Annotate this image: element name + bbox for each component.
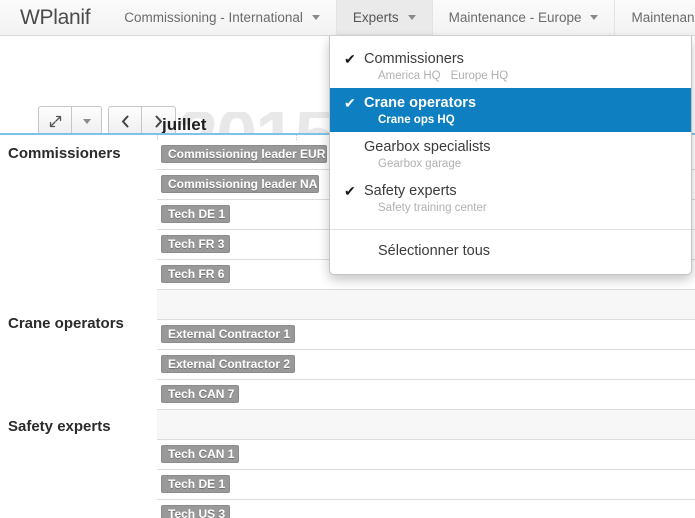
- dropdown-item-label: Commissioners: [364, 51, 464, 67]
- task-bar[interactable]: External Contractor 1: [161, 325, 295, 343]
- nav-tab-label: Experts: [353, 10, 399, 25]
- previous-period-button[interactable]: [108, 106, 142, 136]
- dropdown-sublabel: Europe HQ: [451, 70, 509, 82]
- task-bar[interactable]: Tech FR 3: [161, 235, 230, 253]
- dropdown-menu-item[interactable]: ✔Safety experts Safety training center: [330, 176, 691, 220]
- task-bar[interactable]: Tech CAN 1: [161, 445, 239, 463]
- dropdown-item-list: ✔CommissionersAmerica HQEurope HQ✔Crane …: [330, 44, 691, 220]
- chevron-left-icon: [121, 115, 130, 128]
- dropdown-sublabel: America HQ: [378, 70, 441, 82]
- task-bar[interactable]: Tech CAN 7: [161, 385, 239, 403]
- task-bar[interactable]: Commissioning leader EUR: [161, 145, 327, 163]
- dropdown-item-label: Crane operators: [364, 95, 476, 111]
- dropdown-menu-item[interactable]: ✔Commissioners America HQ Europe HQ: [330, 44, 691, 88]
- select-all-menu-item[interactable]: Sélectionner tous: [330, 230, 691, 274]
- resize-diagonal-icon: [49, 115, 62, 128]
- task-bar[interactable]: Tech DE 1: [161, 205, 230, 223]
- dropdown-item-sublabels: Gearbox garage: [330, 155, 691, 170]
- dropdown-item-label: Gearbox specialists: [364, 139, 491, 155]
- group-label-commissioners: Commissioners: [8, 145, 121, 162]
- app-window: WPlanif Commissioning - International Ex…: [0, 0, 695, 518]
- nav-tab-label: Maintenance - Europe: [449, 10, 582, 25]
- dropdown-sublabel: Safety training center: [378, 202, 487, 214]
- zoom-dropdown-button[interactable]: [72, 106, 102, 136]
- dropdown-sublabel: Gearbox garage: [378, 158, 461, 170]
- task-bar[interactable]: External Contractor 2: [161, 355, 295, 373]
- nav-tab-commissioning-international[interactable]: Commissioning - International: [108, 0, 337, 35]
- nav-tab-experts[interactable]: Experts: [337, 0, 433, 35]
- task-bar[interactable]: Tech DE 1: [161, 475, 230, 493]
- grid-spacer-row: [157, 410, 695, 440]
- dropdown-item-sublabels: Safety training center: [330, 199, 691, 214]
- group-label-safety-experts: Safety experts: [8, 418, 111, 435]
- caret-down-icon: [83, 119, 91, 124]
- task-bar[interactable]: Commissioning leader NA: [161, 175, 319, 193]
- dropdown-menu-item[interactable]: ✔Crane operators Crane ops HQ: [330, 88, 691, 132]
- nav-tab-label: Commissioning - International: [124, 10, 303, 25]
- task-bar[interactable]: Tech US 3: [161, 505, 230, 518]
- zoom-button-group: [38, 106, 102, 136]
- group-label-crane-operators: Crane operators: [8, 315, 124, 332]
- dropdown-item-sublabels: America HQ Europe HQ: [330, 67, 691, 82]
- nav-tab-label: Maintenance -: [631, 10, 695, 25]
- nav-tab-maintenance-europe[interactable]: Maintenance - Europe: [433, 0, 616, 35]
- table-row: [157, 470, 695, 500]
- check-icon: ✔: [344, 52, 364, 66]
- caret-down-icon: [408, 15, 416, 20]
- task-bar[interactable]: Tech FR 6: [161, 265, 230, 283]
- check-icon: ✔: [344, 96, 364, 110]
- table-row: [157, 500, 695, 518]
- dropdown-item-label: Safety experts: [364, 183, 457, 199]
- caret-down-icon: [590, 15, 598, 20]
- experts-dropdown-menu: ✔CommissionersAmerica HQEurope HQ✔Crane …: [329, 36, 692, 275]
- top-navigation-bar: WPlanif Commissioning - International Ex…: [0, 0, 695, 36]
- month-label: juillet: [162, 115, 206, 135]
- caret-down-icon: [312, 15, 320, 20]
- check-icon: ✔: [344, 184, 364, 198]
- nav-tab-maintenance-other[interactable]: Maintenance -: [615, 0, 695, 35]
- dropdown-menu-item[interactable]: Gearbox specialists Gearbox garage: [330, 132, 691, 176]
- expand-fit-button[interactable]: [38, 106, 72, 136]
- dropdown-item-sublabels: Crane ops HQ: [330, 111, 691, 126]
- grid-spacer-row: [157, 290, 695, 320]
- dropdown-sublabel: Crane ops HQ: [378, 114, 455, 126]
- app-brand: WPlanif: [0, 0, 108, 35]
